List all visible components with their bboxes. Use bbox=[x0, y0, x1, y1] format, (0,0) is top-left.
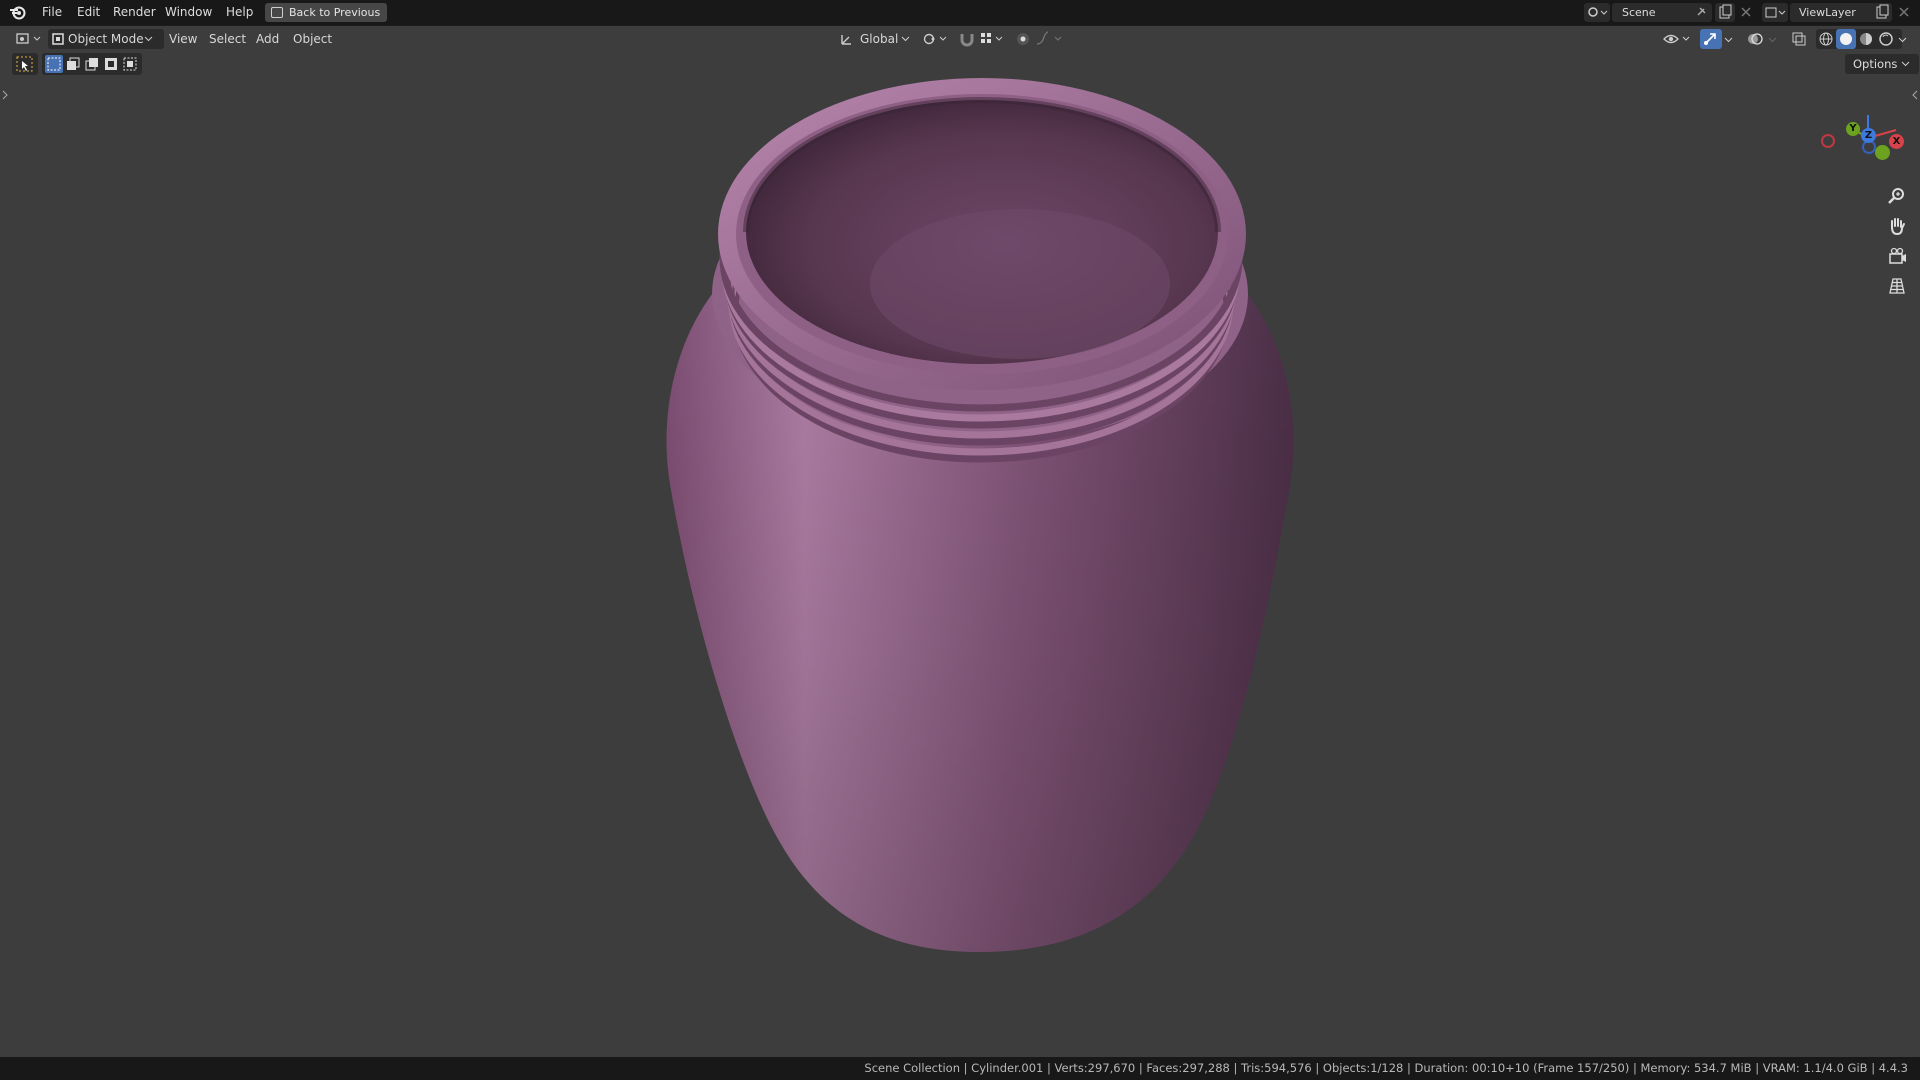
perspective-toggle-button[interactable] bbox=[1883, 272, 1911, 300]
close-icon[interactable] bbox=[1898, 6, 1910, 18]
rendered-shading-button[interactable] bbox=[1876, 29, 1896, 49]
menu-object[interactable]: Object bbox=[289, 29, 336, 49]
scene-type-dropdown[interactable] bbox=[1584, 3, 1610, 22]
view-layer-type-dropdown[interactable] bbox=[1762, 3, 1788, 22]
scene-icon bbox=[1588, 7, 1608, 17]
gizmo-x-dot[interactable]: X bbox=[1889, 134, 1904, 149]
view-layer-name-field[interactable]: ViewLayer bbox=[1790, 3, 1882, 22]
render-layers-icon bbox=[1765, 7, 1786, 18]
menu-view[interactable]: View bbox=[165, 29, 201, 49]
subtract-selection-icon[interactable] bbox=[83, 55, 101, 73]
status-bar: Scene Collection | Cylinder.001 | Verts:… bbox=[0, 1057, 1920, 1080]
blender-logo-icon[interactable] bbox=[9, 4, 27, 21]
overlays-icon bbox=[1748, 33, 1763, 45]
toolbar-expand-arrow-icon[interactable] bbox=[2, 90, 8, 100]
menu-edit[interactable]: Edit bbox=[71, 0, 106, 25]
gizmo-icon bbox=[1704, 33, 1716, 45]
camera-icon bbox=[1889, 247, 1906, 264]
pin-icon[interactable] bbox=[1695, 6, 1707, 18]
menu-select[interactable]: Select bbox=[205, 29, 250, 49]
selectability-visibility-dropdown[interactable] bbox=[1662, 29, 1692, 49]
gizmo-y-dot[interactable]: Y bbox=[1846, 122, 1860, 136]
object-mode-icon bbox=[52, 33, 64, 45]
wireframe-shading-button[interactable] bbox=[1816, 29, 1836, 49]
pan-button[interactable] bbox=[1883, 212, 1911, 240]
mode-dropdown[interactable]: Object Mode bbox=[48, 29, 164, 49]
status-text: Scene Collection | Cylinder.001 | Verts:… bbox=[864, 1061, 1908, 1075]
invert-selection-icon[interactable] bbox=[102, 55, 120, 73]
chevron-down-icon[interactable] bbox=[1768, 37, 1777, 43]
3d-viewport-icon bbox=[16, 33, 41, 44]
new-view-layer-button[interactable] bbox=[1872, 3, 1892, 22]
overlays-toggle[interactable] bbox=[1744, 29, 1766, 49]
intersect-selection-icon[interactable] bbox=[121, 55, 139, 73]
navigation-gizmo[interactable]: Y Z X bbox=[1820, 88, 1920, 188]
set-new-selection-icon[interactable] bbox=[45, 55, 63, 73]
material-sphere-icon bbox=[1860, 33, 1872, 45]
gizmo-neg-x-dot[interactable] bbox=[1821, 134, 1835, 148]
3d-viewport[interactable]: Object Mode View Select Add Object Globa… bbox=[0, 26, 1920, 1057]
menu-render[interactable]: Render bbox=[107, 0, 162, 25]
wireframe-sphere-icon bbox=[1819, 32, 1833, 46]
editor-type-dropdown[interactable] bbox=[10, 29, 48, 49]
zoom-button[interactable] bbox=[1883, 182, 1911, 210]
camera-view-button[interactable] bbox=[1883, 242, 1911, 270]
jar-3d-object[interactable] bbox=[600, 44, 1360, 964]
chevron-down-icon[interactable] bbox=[1898, 37, 1907, 43]
top-bar: File Edit Render Window Help Back to Pre… bbox=[0, 0, 1920, 25]
pan-hand-icon bbox=[1891, 218, 1905, 236]
menu-add[interactable]: Add bbox=[252, 29, 283, 49]
chevron-down-icon bbox=[901, 36, 910, 42]
new-scene-button[interactable] bbox=[1715, 3, 1735, 22]
xray-toggle[interactable] bbox=[1788, 29, 1810, 49]
solid-shading-button[interactable] bbox=[1836, 29, 1856, 49]
close-icon[interactable] bbox=[1740, 6, 1752, 18]
select-box-tool-icon bbox=[16, 56, 33, 72]
gizmo-toggle[interactable] bbox=[1700, 29, 1722, 49]
back-to-previous-button[interactable]: Back to Previous bbox=[265, 3, 387, 22]
options-dropdown[interactable]: Options bbox=[1845, 54, 1919, 74]
active-tool-button[interactable] bbox=[12, 53, 38, 75]
perspective-grid-icon bbox=[1889, 278, 1905, 294]
xray-icon bbox=[1792, 32, 1806, 46]
chevron-down-icon bbox=[1901, 61, 1910, 67]
duplicate-icon bbox=[1719, 4, 1732, 19]
fullscreen-back-icon bbox=[271, 7, 283, 18]
menu-help[interactable]: Help bbox=[220, 0, 259, 25]
solid-sphere-icon bbox=[1840, 33, 1852, 45]
material-preview-shading-button[interactable] bbox=[1856, 29, 1876, 49]
selection-mode-group bbox=[42, 53, 142, 75]
gizmo-neg-y-dot[interactable] bbox=[1875, 145, 1890, 160]
gizmo-z-dot[interactable]: Z bbox=[1861, 128, 1876, 143]
eye-icon bbox=[1663, 34, 1690, 44]
menu-window[interactable]: Window bbox=[159, 0, 218, 25]
duplicate-icon bbox=[1876, 4, 1889, 19]
rendered-sphere-icon bbox=[1879, 32, 1893, 46]
chevron-down-icon[interactable] bbox=[1724, 37, 1733, 43]
chevron-down-icon bbox=[144, 36, 153, 42]
zoom-icon bbox=[1888, 188, 1904, 204]
extend-selection-icon[interactable] bbox=[64, 55, 82, 73]
menu-file[interactable]: File bbox=[36, 0, 68, 25]
